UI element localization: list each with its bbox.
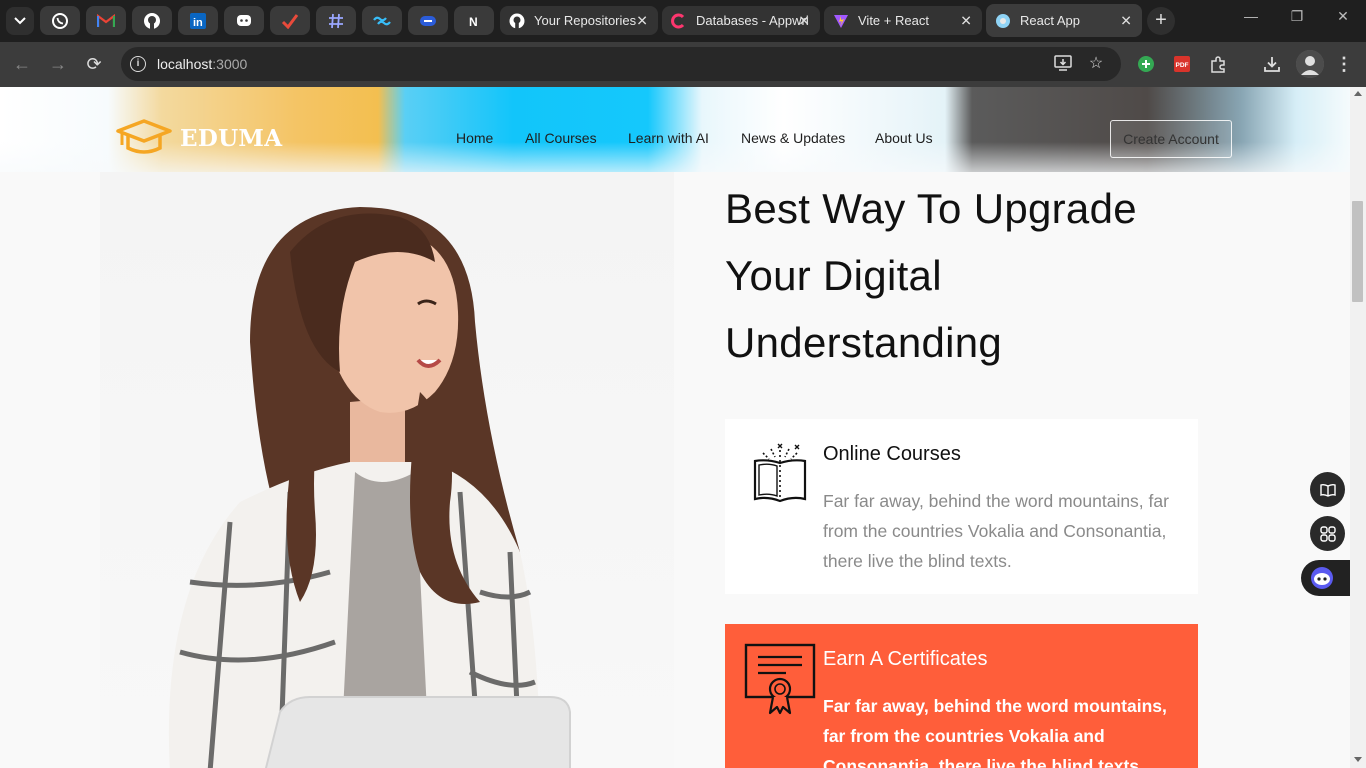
woman-portrait-illustration [168, 207, 571, 768]
react-app-icon [995, 13, 1011, 29]
site-logo[interactable]: EDUMA [116, 118, 282, 158]
gmail-icon [97, 13, 115, 27]
new-tab-button[interactable]: + [1147, 7, 1175, 35]
tab-title: Vite + React [858, 13, 929, 28]
pinned-tab-nextjs[interactable]: N [454, 6, 494, 35]
feature-description: Far far away, behind the word mountains,… [823, 491, 1169, 571]
bookmark-star-icon[interactable]: ☆ [1087, 55, 1105, 73]
certificate-icon [744, 643, 816, 720]
hero-headline: Best Way To Upgrade Your Digital Underst… [725, 185, 1137, 366]
pinned-tab-linkedin[interactable]: in [178, 6, 218, 35]
scroll-down-arrow[interactable] [1354, 757, 1362, 762]
pdf-extension-icon[interactable]: PDF [1172, 54, 1192, 74]
restore-button[interactable]: ❐ [1282, 8, 1312, 25]
tab-title: Your Repositories [534, 13, 637, 28]
vite-icon [833, 13, 849, 29]
svg-text:N: N [469, 15, 478, 29]
profile-avatar[interactable] [1296, 50, 1324, 78]
tab-react-app[interactable]: React App ✕ [986, 4, 1142, 37]
minimize-button[interactable]: — [1236, 8, 1266, 24]
page-scrollbar[interactable] [1350, 87, 1366, 768]
apps-grid-button[interactable] [1310, 516, 1345, 551]
extension-plus-icon[interactable] [1136, 54, 1156, 74]
feature-card-online-courses: Online Courses Far far away, behind the … [725, 419, 1198, 594]
address-url: localhost:3000 [157, 56, 248, 72]
close-icon[interactable]: ✕ [636, 12, 648, 29]
whatsapp-icon [52, 12, 68, 29]
site-brand: EDUMA [180, 124, 283, 152]
reader-mode-button[interactable] [1310, 472, 1345, 507]
nav-learn-with-ai[interactable]: Learn with AI [628, 130, 709, 146]
graduation-cap-icon [116, 119, 172, 154]
forward-button[interactable]: → [48, 54, 68, 74]
browser-toolbar: ← → ⟳ i localhost:3000 ☆ PDF ⋮ [0, 42, 1366, 87]
github-icon [509, 13, 525, 29]
hero-image [100, 172, 674, 768]
assistant-chat-button[interactable] [1301, 560, 1350, 596]
chevron-down-icon [14, 17, 26, 25]
nav-home[interactable]: Home [456, 130, 493, 146]
close-icon[interactable]: ✕ [798, 12, 810, 29]
book-icon [1319, 483, 1336, 497]
nav-all-courses[interactable]: All Courses [525, 130, 597, 146]
scroll-up-arrow[interactable] [1354, 91, 1362, 96]
appwrite-icon [671, 13, 687, 29]
feature-title: Earn A Certificates [823, 648, 988, 670]
extensions-puzzle-icon[interactable] [1208, 54, 1228, 74]
browser-tab-bar: in N Your Repositories ✕ Databases - App… [0, 0, 1366, 42]
feature-card-certificates: Earn A Certificates Far far away, behind… [725, 624, 1198, 768]
tab-search-button[interactable] [6, 7, 34, 35]
address-bar[interactable]: i localhost:3000 ☆ [121, 47, 1121, 81]
svg-text:in: in [193, 17, 203, 29]
pinned-tab-github[interactable] [132, 6, 172, 35]
create-account-button[interactable]: Create Account [1110, 120, 1232, 158]
assistant-bot-icon [1311, 567, 1333, 589]
chat-bot-icon [237, 14, 251, 26]
github-icon [144, 12, 160, 29]
install-app-icon[interactable] [1054, 55, 1072, 73]
browser-menu-icon[interactable]: ⋮ [1334, 54, 1354, 74]
reload-button[interactable]: ⟳ [84, 54, 104, 74]
download-icon[interactable] [1262, 54, 1282, 74]
pinned-tab-hashnode[interactable] [316, 6, 356, 35]
nav-news-updates[interactable]: News & Updates [741, 130, 845, 146]
tab-vite-react[interactable]: Vite + React ✕ [824, 6, 982, 35]
pinned-tab-whatsapp[interactable] [40, 6, 80, 35]
nav-about-us[interactable]: About Us [875, 130, 933, 146]
pinned-tab-ticktick[interactable] [270, 6, 310, 35]
pinned-tab-gmail[interactable] [86, 6, 126, 35]
svg-text:PDF: PDF [1176, 62, 1189, 69]
ticktick-icon [281, 13, 299, 29]
tailwind-icon [373, 16, 391, 25]
linkedin-icon: in [190, 12, 206, 29]
close-window-button[interactable]: ✕ [1328, 8, 1358, 25]
scroll-thumb[interactable] [1352, 201, 1363, 302]
site-info-icon[interactable]: i [130, 56, 146, 72]
pill-icon [420, 15, 436, 26]
tab-your-repositories[interactable]: Your Repositories ✕ [500, 6, 658, 35]
web-page: EDUMA Home All Courses Learn with AI New… [0, 87, 1350, 768]
grid-icon [1319, 525, 1336, 542]
pinned-tab-chat-bot[interactable] [224, 6, 264, 35]
feature-title: Online Courses [823, 443, 961, 465]
tab-title: React App [1020, 13, 1080, 28]
back-button[interactable]: ← [12, 54, 32, 74]
tab-databases-appwrite[interactable]: Databases - Appwrite ✕ [662, 6, 820, 35]
hashnode-icon [329, 13, 343, 28]
feature-description: Far far away, behind the word mountains,… [823, 696, 1167, 768]
open-book-icon [751, 441, 809, 510]
close-icon[interactable]: ✕ [960, 12, 972, 29]
pinned-tab-tailwind[interactable] [362, 6, 402, 35]
pinned-tab-pill[interactable] [408, 6, 448, 35]
nextjs-icon: N [469, 15, 478, 29]
close-icon[interactable]: ✕ [1120, 12, 1132, 29]
tab-title: Databases - Appwrite [696, 13, 808, 28]
